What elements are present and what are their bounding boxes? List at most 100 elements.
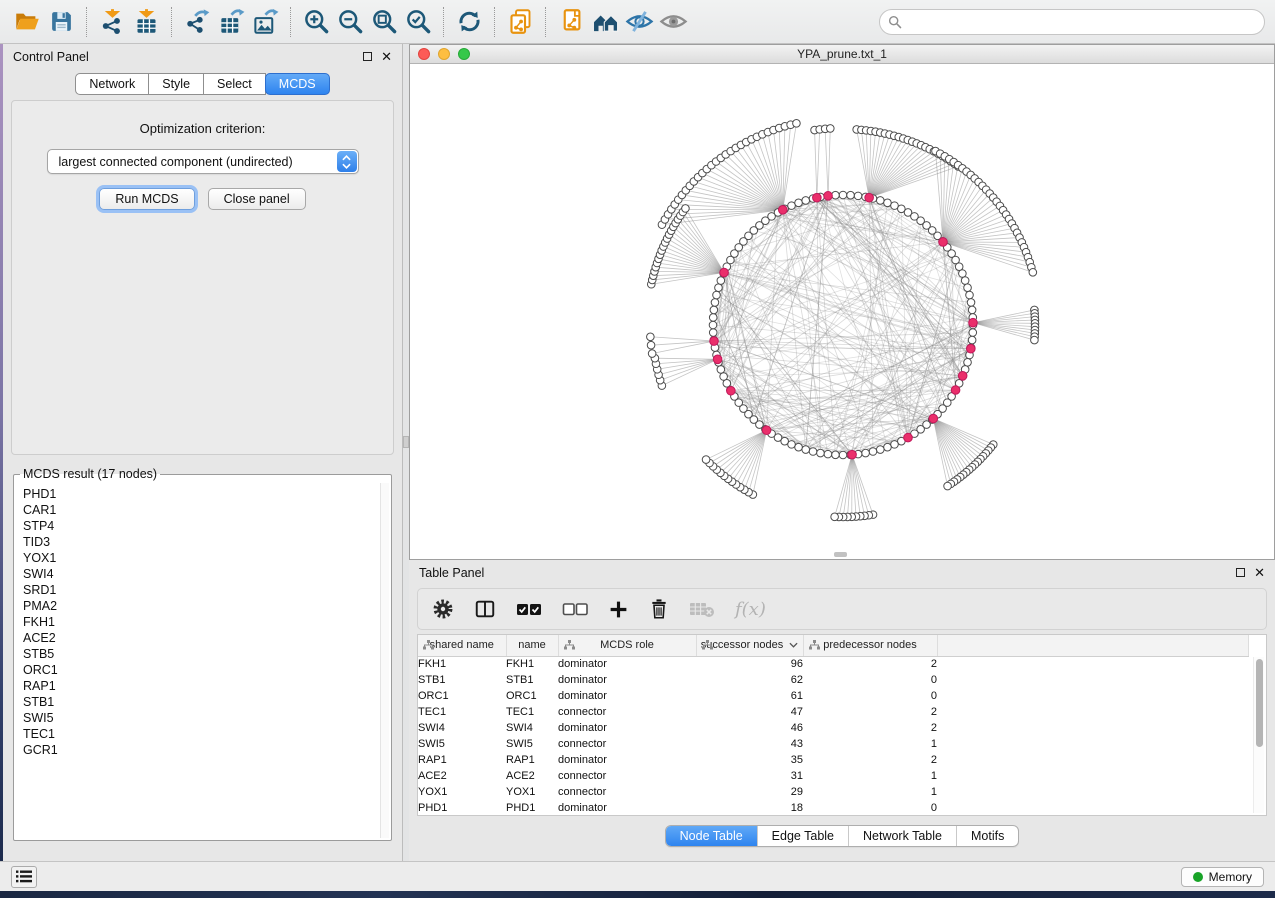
table-settings-button[interactable]	[432, 598, 454, 620]
tab-node-table[interactable]: Node Table	[666, 826, 757, 846]
table-row[interactable]: FKH1FKH1dominator962	[418, 656, 1248, 672]
mcds-result-item[interactable]: CAR1	[23, 502, 389, 518]
main-toolbar	[0, 0, 1275, 44]
mcds-result-title: MCDS result (17 nodes)	[20, 467, 160, 481]
mcds-result-item[interactable]: SRD1	[23, 582, 389, 598]
close-panel-icon[interactable]: ✕	[381, 52, 392, 61]
sort-desc-icon	[789, 639, 798, 651]
mcds-result-item[interactable]: YOX1	[23, 550, 389, 566]
control-panel-tabs: Network Style Select MCDS	[3, 73, 402, 95]
tab-network-table[interactable]: Network Table	[848, 826, 956, 846]
tab-edge-table[interactable]: Edge Table	[757, 826, 848, 846]
column-header-successor-nodes[interactable]: successor nodes	[696, 635, 803, 656]
tab-motifs[interactable]: Motifs	[956, 826, 1018, 846]
divider-grip-icon[interactable]	[403, 436, 409, 448]
control-panel-title: Control Panel	[13, 50, 89, 64]
mcds-result-item[interactable]: SWI4	[23, 566, 389, 582]
show-column-panel-button[interactable]	[474, 598, 496, 620]
table-row[interactable]: SWI4SWI4dominator462	[418, 720, 1248, 736]
mcds-result-item[interactable]: STP4	[23, 518, 389, 534]
column-header-mcds-role[interactable]: MCDS role	[558, 635, 696, 656]
unselect-all-columns-button[interactable]	[562, 600, 588, 618]
mcds-result-item[interactable]: FKH1	[23, 614, 389, 630]
mcds-result-item[interactable]: PMA2	[23, 598, 389, 614]
apply-layout-button[interactable]	[452, 5, 486, 39]
mcds-result-item[interactable]: GCR1	[23, 742, 389, 758]
mcds-list-scrollbar[interactable]	[380, 483, 389, 838]
save-session-button[interactable]	[44, 5, 78, 39]
table-row[interactable]: ACE2ACE2connector311	[418, 768, 1248, 784]
import-table-button[interactable]	[129, 5, 163, 39]
toolbar-separator	[443, 7, 444, 37]
memory-button[interactable]: Memory	[1181, 867, 1264, 887]
memory-label: Memory	[1209, 870, 1252, 884]
float-panel-icon[interactable]	[1236, 568, 1245, 577]
task-history-button[interactable]	[11, 866, 37, 888]
function-builder-button: f(x)	[735, 599, 766, 620]
network-window-titlebar[interactable]: YPA_prune.txt_1	[410, 45, 1274, 64]
table-row[interactable]: SWI5SWI5connector431	[418, 736, 1248, 752]
import-network-button[interactable]	[95, 5, 129, 39]
create-column-button[interactable]	[608, 599, 629, 620]
column-header-shared-name[interactable]: shared name	[418, 635, 506, 656]
search-input[interactable]	[907, 14, 1256, 30]
panel-divider[interactable]	[403, 44, 409, 861]
tab-select[interactable]: Select	[204, 73, 266, 95]
open-folder-icon	[14, 8, 41, 35]
import-table-icon	[133, 8, 160, 35]
close-panel-icon[interactable]: ✕	[1254, 568, 1265, 577]
zoom-out-button[interactable]	[333, 5, 367, 39]
table-row[interactable]: ORC1ORC1dominator610	[418, 688, 1248, 704]
mcds-result-item[interactable]: TEC1	[23, 726, 389, 742]
column-header-predecessor-nodes[interactable]: predecessor nodes	[803, 635, 937, 656]
export-table-button[interactable]	[214, 5, 248, 39]
mcds-result-item[interactable]: ORC1	[23, 662, 389, 678]
zoom-selected-button[interactable]	[401, 5, 435, 39]
mcds-result-item[interactable]: STB1	[23, 694, 389, 710]
open-session-button[interactable]	[10, 5, 44, 39]
table-row[interactable]: RAP1RAP1dominator352	[418, 752, 1248, 768]
mcds-result-item[interactable]: RAP1	[23, 678, 389, 694]
trash-icon	[649, 598, 669, 620]
mcds-result-item[interactable]: ACE2	[23, 630, 389, 646]
mcds-result-item[interactable]: TID3	[23, 534, 389, 550]
float-panel-icon[interactable]	[363, 52, 372, 61]
run-mcds-button[interactable]: Run MCDS	[99, 188, 194, 210]
table-row[interactable]: YOX1YOX1connector291	[418, 784, 1248, 800]
mcds-result-item[interactable]: PHD1	[23, 486, 389, 502]
mcds-result-list[interactable]: PHD1 CAR1 STP4 TID3 YOX1 SWI4 SRD1 PMA2 …	[16, 483, 389, 838]
network-hscroll-thumb[interactable]	[834, 552, 847, 557]
clone-network-button[interactable]	[503, 5, 537, 39]
table-row[interactable]: TEC1TEC1connector472	[418, 704, 1248, 720]
toolbar-separator	[545, 7, 546, 37]
mcds-result-item[interactable]: STB5	[23, 646, 389, 662]
column-header-filler	[937, 635, 1248, 656]
export-network-button[interactable]	[180, 5, 214, 39]
export-image-button[interactable]	[248, 5, 282, 39]
mcds-result-item[interactable]: SWI5	[23, 710, 389, 726]
zoom-fit-button[interactable]	[367, 5, 401, 39]
tab-style[interactable]: Style	[149, 73, 204, 95]
first-neighbors-button[interactable]	[588, 5, 622, 39]
zoom-in-button[interactable]	[299, 5, 333, 39]
column-header-name[interactable]: name	[506, 635, 558, 656]
network-from-selection-button[interactable]	[554, 5, 588, 39]
table-scrollbar[interactable]	[1253, 657, 1264, 813]
search-icon	[888, 15, 902, 29]
tab-mcds[interactable]: MCDS	[265, 73, 330, 95]
hide-graphics-details-button[interactable]	[622, 5, 656, 39]
close-panel-button[interactable]: Close panel	[208, 188, 306, 210]
show-graphics-details-button[interactable]	[656, 5, 690, 39]
network-graph[interactable]	[410, 64, 1274, 558]
mcds-result-group: MCDS result (17 nodes) PHD1 CAR1 STP4 TI…	[13, 467, 392, 841]
control-panel-titlebar: Control Panel ✕	[3, 44, 402, 69]
table-row[interactable]: PHD1PHD1dominator180	[418, 800, 1248, 816]
table-scrollbar-thumb[interactable]	[1256, 659, 1263, 747]
table-row[interactable]: STB1STB1dominator620	[418, 672, 1248, 688]
network-canvas[interactable]	[410, 64, 1274, 559]
delete-columns-button[interactable]	[649, 598, 669, 620]
select-all-columns-button[interactable]	[516, 600, 542, 618]
toolbar-separator	[86, 7, 87, 37]
criterion-dropdown[interactable]: largest connected component (undirected)	[47, 149, 359, 174]
tab-network[interactable]: Network	[75, 73, 149, 95]
